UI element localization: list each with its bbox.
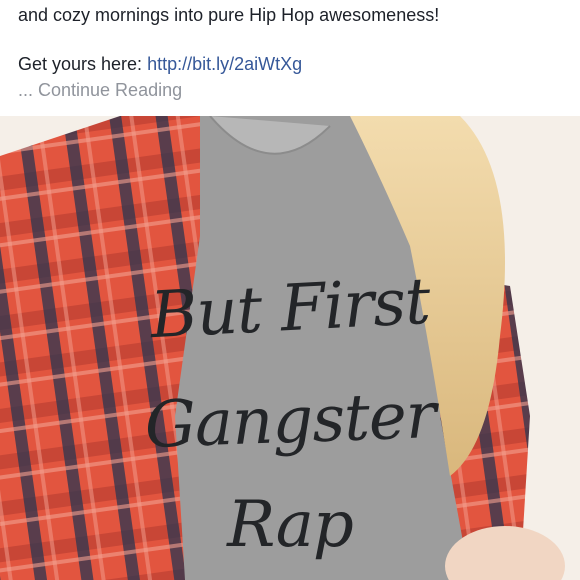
shirt-text-line3: Rap (227, 488, 354, 562)
product-link[interactable]: http://bit.ly/2aiWtXg (147, 54, 302, 74)
post-body-line: and cozy mornings into pure Hip Hop awes… (18, 5, 440, 25)
post-photo[interactable]: But First Gangster Rap (0, 116, 580, 580)
get-yours-prefix: Get yours here: (18, 54, 148, 74)
get-yours-line: Get yours here: http://bit.ly/2aiWtXg (18, 52, 302, 77)
continue-reading-link[interactable]: ... Continue Reading (18, 78, 182, 103)
